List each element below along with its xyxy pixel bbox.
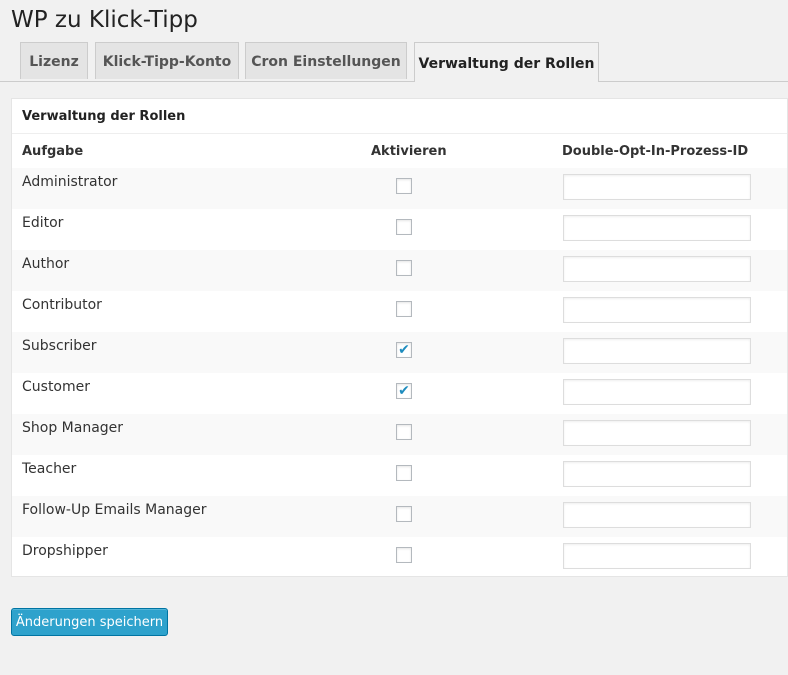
save-button[interactable]: Änderungen speichern xyxy=(11,608,168,636)
role-label: Author xyxy=(22,256,70,272)
role-label: Dropshipper xyxy=(22,543,108,559)
activate-checkbox[interactable] xyxy=(396,260,412,276)
activate-checkbox[interactable]: ✔ xyxy=(396,342,412,358)
panel-title: Verwaltung der Rollen xyxy=(12,99,787,134)
checkmark-icon: ✔ xyxy=(398,383,410,399)
doi-id-input[interactable] xyxy=(563,461,751,487)
doi-id-input[interactable] xyxy=(563,502,751,528)
table-row: Subscriber ✔ xyxy=(12,332,787,373)
checkmark-icon: ✔ xyxy=(398,342,410,358)
doi-id-input[interactable] xyxy=(563,297,751,323)
table-row: Contributor xyxy=(12,291,787,332)
tab-bar: Lizenz Klick-Tipp-Konto Cron Einstellung… xyxy=(0,42,788,82)
activate-checkbox[interactable] xyxy=(396,301,412,317)
table-row: Author xyxy=(12,250,787,291)
table-row: Follow-Up Emails Manager xyxy=(12,496,787,537)
doi-id-input[interactable] xyxy=(563,543,751,569)
column-header-task: Aufgabe xyxy=(22,144,84,159)
role-label: Teacher xyxy=(22,461,77,477)
role-label: Administrator xyxy=(22,174,118,190)
doi-id-input[interactable] xyxy=(563,174,751,200)
role-label: Shop Manager xyxy=(22,420,124,436)
activate-checkbox[interactable]: ✔ xyxy=(396,383,412,399)
doi-id-input[interactable] xyxy=(563,215,751,241)
tab-verwaltung-der-rollen[interactable]: Verwaltung der Rollen xyxy=(414,42,599,82)
tab-cron-einstellungen[interactable]: Cron Einstellungen xyxy=(245,42,407,79)
activate-checkbox[interactable] xyxy=(396,424,412,440)
doi-id-input[interactable] xyxy=(563,256,751,282)
page-title: WP zu Klick-Tipp xyxy=(11,7,198,33)
table-row: Dropshipper xyxy=(12,537,787,578)
table-row: Customer ✔ xyxy=(12,373,787,414)
role-label: Subscriber xyxy=(22,338,97,354)
doi-id-input[interactable] xyxy=(563,420,751,446)
role-label: Customer xyxy=(22,379,91,395)
doi-id-input[interactable] xyxy=(563,338,751,364)
role-label: Editor xyxy=(22,215,64,231)
tab-lizenz[interactable]: Lizenz xyxy=(20,42,88,79)
column-header-activate: Aktivieren xyxy=(371,144,447,159)
activate-checkbox[interactable] xyxy=(396,506,412,522)
role-label: Contributor xyxy=(22,297,102,313)
activate-checkbox[interactable] xyxy=(396,547,412,563)
activate-checkbox[interactable] xyxy=(396,465,412,481)
column-header-doi: Double-Opt-In-Prozess-ID xyxy=(562,144,749,159)
table-row: Editor xyxy=(12,209,787,250)
tab-klick-tipp-konto[interactable]: Klick-Tipp-Konto xyxy=(95,42,239,79)
table-row: Shop Manager xyxy=(12,414,787,455)
activate-checkbox[interactable] xyxy=(396,219,412,235)
table-row: Teacher xyxy=(12,455,787,496)
table-row: Administrator xyxy=(12,168,787,209)
role-label: Follow-Up Emails Manager xyxy=(22,502,207,518)
roles-panel: Verwaltung der Rollen Aufgabe Aktivieren… xyxy=(11,98,788,577)
doi-id-input[interactable] xyxy=(563,379,751,405)
activate-checkbox[interactable] xyxy=(396,178,412,194)
